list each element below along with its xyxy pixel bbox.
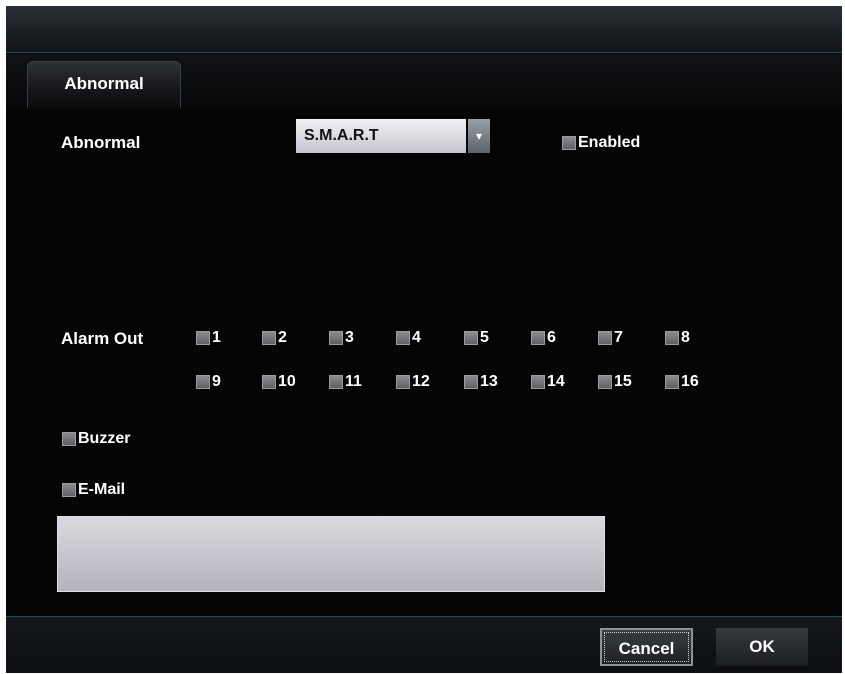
alarm-out-label: 6 — [547, 329, 556, 346]
chevron-down-icon[interactable]: ▾ — [468, 119, 490, 153]
alarm-out-checkbox-7[interactable]: 7 — [598, 329, 623, 347]
checkbox-box — [262, 375, 276, 389]
checkbox-box — [598, 331, 612, 345]
checkbox-box — [329, 331, 343, 345]
checkbox-box — [62, 432, 76, 446]
alarm-out-label: 2 — [278, 329, 287, 346]
alarm-out-checkbox-2[interactable]: 2 — [262, 329, 287, 347]
checkbox-box — [464, 375, 478, 389]
alarm-out-checkbox-16[interactable]: 16 — [665, 373, 699, 391]
checkbox-box — [329, 375, 343, 389]
alarm-out-label: 1 — [212, 329, 221, 346]
alarm-out-checkbox-13[interactable]: 13 — [464, 373, 498, 391]
checkbox-box — [531, 375, 545, 389]
alarm-out-label: 9 — [212, 373, 221, 390]
buzzer-checkbox[interactable]: Buzzer — [62, 430, 130, 448]
checkbox-box — [196, 331, 210, 345]
alarm-out-label: 15 — [614, 373, 632, 390]
alarm-out-checkbox-12[interactable]: 12 — [396, 373, 430, 391]
enabled-label: Enabled — [578, 134, 641, 151]
abnormal-label: Abnormal — [61, 133, 141, 152]
abnormal-type-value: S.M.A.R.T — [296, 119, 466, 153]
alarm-out-checkbox-9[interactable]: 9 — [196, 373, 221, 391]
abnormal-type-select[interactable]: S.M.A.R.T ▾ — [296, 119, 490, 153]
email-label: E-Mail — [78, 481, 126, 498]
email-checkbox[interactable]: E-Mail — [62, 481, 125, 499]
checkbox-box — [665, 375, 679, 389]
alarm-out-checkbox-11[interactable]: 11 — [329, 373, 362, 391]
checkbox-box — [562, 136, 576, 150]
checkbox-box — [531, 331, 545, 345]
alarm-out-label: 8 — [681, 329, 690, 346]
ok-button[interactable]: OK — [716, 628, 808, 666]
alarm-out-checkbox-5[interactable]: 5 — [464, 329, 489, 347]
buzzer-label: Buzzer — [78, 430, 131, 447]
tab-abnormal[interactable]: Abnormal — [27, 61, 181, 108]
alarm-out-label: 14 — [547, 373, 565, 390]
email-address-field[interactable] — [57, 516, 605, 592]
checkbox-box — [598, 375, 612, 389]
cancel-button[interactable]: Cancel — [600, 628, 693, 666]
enabled-checkbox[interactable]: Enabled — [562, 134, 640, 152]
checkbox-box — [396, 331, 410, 345]
alarm-out-checkbox-15[interactable]: 15 — [598, 373, 632, 391]
checkbox-box — [464, 331, 478, 345]
checkbox-box — [62, 483, 76, 497]
checkbox-box — [396, 375, 410, 389]
alarm-out-label: Alarm Out — [61, 329, 144, 348]
alarm-out-label: 7 — [614, 329, 623, 346]
alarm-out-label: 10 — [278, 373, 296, 390]
alarm-out-label: 11 — [345, 373, 362, 390]
alarm-out-label: 13 — [480, 373, 498, 390]
checkbox-box — [665, 331, 679, 345]
checkbox-box — [196, 375, 210, 389]
alarm-out-label: 3 — [345, 329, 354, 346]
alarm-out-label: 5 — [480, 329, 489, 346]
alarm-out-checkbox-4[interactable]: 4 — [396, 329, 421, 347]
alarm-out-label: 16 — [681, 373, 699, 390]
alarm-out-checkbox-6[interactable]: 6 — [531, 329, 556, 347]
alarm-out-checkbox-14[interactable]: 14 — [531, 373, 565, 391]
alarm-out-checkbox-1[interactable]: 1 — [196, 329, 221, 347]
checkbox-box — [262, 331, 276, 345]
alarm-out-label: 12 — [412, 373, 430, 390]
alarm-out-checkbox-10[interactable]: 10 — [262, 373, 296, 391]
alarm-out-checkbox-8[interactable]: 8 — [665, 329, 690, 347]
alarm-out-checkbox-3[interactable]: 3 — [329, 329, 354, 347]
title-bar — [6, 6, 842, 53]
alarm-out-label: 4 — [412, 329, 421, 346]
